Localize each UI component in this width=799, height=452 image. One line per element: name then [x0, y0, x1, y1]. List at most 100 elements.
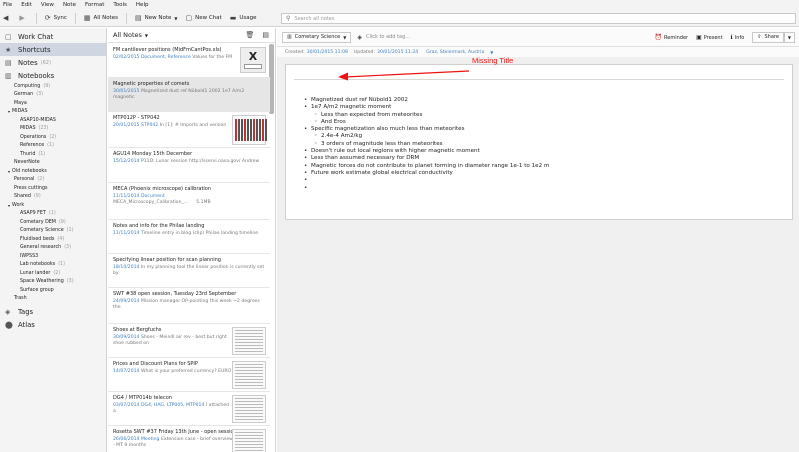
all-notes-button[interactable]: ▦ All Notes [84, 14, 118, 22]
sidebar-item-space-weathering[interactable]: Space Weathering (3) [0, 278, 106, 287]
share-button[interactable]: ⇪ Share [752, 31, 784, 43]
updated-date[interactable]: 30/01/2015 11:24 [377, 50, 418, 55]
note-snippet: 18/10/2014 In my planning tool the linea… [113, 265, 266, 277]
sidebar-item-operations[interactable]: Operations (2) [0, 133, 106, 142]
menu-bar: File Edit View Note Format Tools Help [0, 0, 799, 10]
sidebar-item-old-notebooks[interactable]: ▾ Old notebooks [0, 167, 106, 176]
sidebar-item-notebooks[interactable]: ▥ Notebooks [0, 69, 106, 82]
sidebar-item-surface-group[interactable]: Surface group [0, 286, 106, 295]
sidebar-item-cometary-dem[interactable]: Cometary DEM (9) [0, 218, 106, 227]
list-item[interactable]: SWT #38 open session, Tuesday 23rd Septe… [108, 288, 270, 324]
menu-view[interactable]: View [41, 2, 54, 8]
note-title: MTP012P - STP042 [113, 115, 160, 121]
note-tags: STP042 [140, 123, 159, 128]
trash-icon[interactable]: 🗑 [245, 31, 254, 39]
bullet-item[interactable]: 1e7 A/m2 magnetic moment [304, 104, 549, 112]
list-item[interactable]: Specifying linear position for scan plan… [108, 254, 270, 288]
list-item[interactable]: Rosetta SWT #37 Friday 13th June - open … [108, 426, 270, 452]
bullet-item[interactable]: And Eros [304, 119, 549, 127]
back-button[interactable]: ◀ [3, 14, 11, 22]
view-options-icon[interactable]: ▤ [262, 31, 269, 39]
search-input[interactable]: ⚲ Search all notes [281, 13, 796, 24]
menu-edit[interactable]: Edit [21, 2, 32, 8]
share-dropdown[interactable]: ▼ [783, 31, 795, 43]
sidebar-item-reference[interactable]: Reference (1) [0, 142, 106, 151]
sidebar-item-personal[interactable]: Personal (2) [0, 176, 106, 185]
sidebar-item-lab-notebooks[interactable]: Lab notebooks (1) [0, 261, 106, 270]
list-item[interactable]: MECA (Phoenix microscope) calibration 11/… [108, 183, 270, 220]
bullet-item[interactable]: 2.4e-4 Am2/kg [304, 133, 549, 141]
sidebar-item-maya[interactable]: Maya [0, 99, 106, 108]
sidebar-item-german[interactable]: German (3) [0, 91, 106, 100]
info-button[interactable]: ℹ Info [731, 34, 745, 41]
present-button[interactable]: ▣ Present [696, 34, 722, 41]
sidebar-item-thurid[interactable]: Thurid (1) [0, 150, 106, 159]
sidebar-item-shortcuts[interactable]: ★ Shortcuts [0, 43, 106, 56]
bullet-item[interactable]: Less than assumed necessary for DRM [304, 155, 549, 163]
sidebar-item-label: Work [12, 202, 25, 208]
note-content[interactable]: Magnetized dust ref Nübold1 20021e7 A/m2… [304, 97, 549, 192]
sidebar-item-cometary-science[interactable]: Cometary Science (1) [0, 227, 106, 236]
new-chat-button[interactable]: ▢ New Chat [185, 14, 221, 22]
bullet-item[interactable]: Specific magnetization also much less th… [304, 126, 549, 134]
note-body[interactable]: Magnetized dust ref Nübold1 20021e7 A/m2… [285, 64, 793, 220]
sidebar-item-atlas[interactable]: ⬤ Atlas [0, 318, 106, 331]
list-item[interactable]: Notes and info for the Philae landing 11/… [108, 220, 270, 254]
forward-button[interactable]: ▶ [19, 14, 27, 22]
sidebar-item-tags[interactable]: ◈ Tags [0, 305, 106, 318]
chevron-down-icon: ▼ [787, 34, 791, 40]
list-item[interactable]: DG4 / MTP014b telecon 03/07/2014 DG4, HAG… [108, 392, 270, 426]
bullet-item[interactable]: Less than expected from meteorites [304, 112, 549, 120]
notebook-name: Cometary Science [294, 34, 341, 40]
sidebar-item-notes[interactable]: ▤ Notes (62) [0, 56, 106, 69]
list-item[interactable]: FM cantilever positions (MidFmCantPos.xl… [108, 44, 270, 78]
bullet-item[interactable] [304, 177, 549, 185]
bullet-item[interactable] [304, 185, 549, 193]
menu-format[interactable]: Format [85, 2, 104, 8]
bullet-item[interactable]: Doesn't rule out local regions with high… [304, 148, 549, 156]
sidebar-item-count: (2) [49, 134, 57, 140]
sync-button[interactable]: ⟳ Sync [45, 14, 67, 22]
sidebar-item-general-research[interactable]: General research (3) [0, 244, 106, 253]
sidebar-item-iwpss3[interactable]: IWPSS3 [0, 252, 106, 261]
list-item[interactable]: Shoes at Bergfuchs 30/09/2014 Shoes - Mei… [108, 324, 270, 358]
notebook-selector[interactable]: ▥ Cometary Science ▼ [282, 31, 352, 43]
list-item[interactable]: Prices and Discount Plans for SPIP 14/07/… [108, 358, 270, 392]
note-date: 14/07/2014 [113, 369, 140, 374]
sidebar-item-nevernote[interactable]: NeverNote [0, 159, 106, 168]
menu-file[interactable]: File [3, 2, 12, 8]
bullet-item[interactable]: Magnetic forces do not contribute to pla… [304, 163, 549, 171]
usage-button[interactable]: ▬ Usage [230, 14, 257, 22]
location-link[interactable]: Graz, Steiermark, Austria [426, 50, 484, 55]
sidebar-item-work[interactable]: ▾ Work [0, 201, 106, 210]
list-item[interactable]: MTP012P - STP042 20/01/2015 STP042 In [1]… [108, 112, 270, 148]
sidebar-item-asap10-midas[interactable]: ASAP10-MIDAS [0, 116, 106, 125]
bullet-item[interactable]: Future work estimate global electrical c… [304, 170, 549, 178]
sidebar-item-computing[interactable]: Computing (9) [0, 82, 106, 91]
menu-help[interactable]: Help [136, 2, 149, 8]
sidebar-item-press-cuttings[interactable]: Press cuttings [0, 184, 106, 193]
document-thumbnail-icon [232, 361, 266, 389]
menu-tools[interactable]: Tools [113, 2, 127, 8]
menu-note[interactable]: Note [63, 2, 76, 8]
sidebar-item-fluidised-beds[interactable]: Fluidised beds (4) [0, 235, 106, 244]
reminder-button[interactable]: ⏰ Reminder [655, 34, 689, 41]
note-list-title[interactable]: All Notes [113, 31, 142, 39]
bullet-item[interactable]: Magnetized dust ref Nübold1 2002 [304, 97, 549, 105]
sidebar-item-midas[interactable]: ▾ MIDAS [0, 108, 106, 117]
sidebar-item-work-chat[interactable]: ▢ Work Chat [0, 30, 106, 43]
tag-input[interactable]: Click to add tag... [366, 34, 410, 40]
info-icon: ℹ [730, 33, 733, 41]
sidebar-item-lunar-lander[interactable]: Lunar lander (2) [0, 269, 106, 278]
list-item[interactable]: AGU14 Monday 15th December 15/12/2014 P11… [108, 148, 270, 183]
created-date[interactable]: 30/01/2015 11:08 [307, 50, 348, 55]
bullet-item[interactable]: 3 orders of magnitude less than meteorit… [304, 141, 549, 149]
sidebar-item-midas[interactable]: MIDAS (23) [0, 125, 106, 134]
sidebar-item-trash[interactable]: Trash [0, 295, 106, 304]
note-title: FM cantilever positions (MidFmCantPos.xl… [113, 47, 222, 53]
list-item[interactable]: Magnetic properties of comets 30/01/2015 … [108, 78, 270, 112]
note-title: Specifying linear position for scan plan… [113, 257, 221, 263]
new-note-button[interactable]: ▤ New Note ▼ [135, 14, 177, 22]
sidebar-item-asap9-fet[interactable]: ASAP9 FET (1) [0, 210, 106, 219]
sidebar-item-shared[interactable]: Shared (9) [0, 193, 106, 202]
